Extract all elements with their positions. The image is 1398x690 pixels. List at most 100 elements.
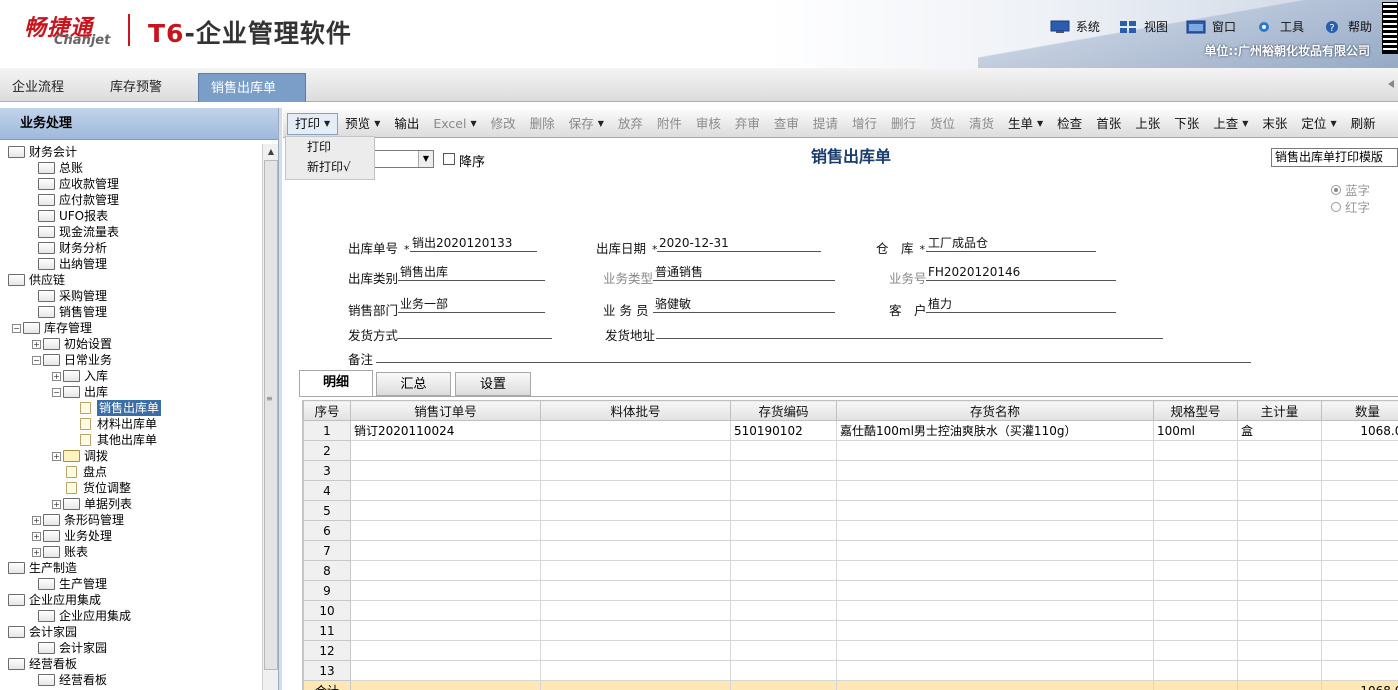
toolbar-button[interactable]: 删除 — [523, 113, 562, 135]
toolbar-button[interactable]: 预览 ▼ — [338, 113, 387, 135]
grid-cell[interactable] — [540, 640, 731, 661]
grid-cell[interactable] — [1321, 620, 1398, 641]
nav-item[interactable]: 销售管理 — [26, 304, 107, 320]
table-row[interactable]: 13 — [303, 660, 1398, 681]
grid-cell[interactable] — [730, 540, 837, 561]
toolbar-button[interactable]: 上张 — [1128, 113, 1167, 135]
field-remark[interactable] — [376, 347, 1251, 363]
nav-item[interactable]: 总账 — [26, 160, 83, 176]
dropdown-arrow-icon[interactable]: ▼ — [374, 113, 380, 135]
nav-item[interactable]: UFO报表 — [26, 208, 108, 224]
grid-cell[interactable] — [836, 620, 1154, 641]
expand-icon[interactable]: + — [52, 499, 61, 509]
grid-cell[interactable] — [1237, 480, 1322, 501]
nav-item[interactable]: 企业应用集成 — [26, 608, 131, 624]
nav-item[interactable]: + 入库 — [52, 368, 108, 384]
expand-icon[interactable]: + — [32, 531, 41, 541]
tab-enterprise-flow[interactable]: 企业流程 — [0, 73, 76, 102]
nav-item[interactable]: 生产管理 — [26, 576, 107, 592]
nav-item[interactable]: + 初始设置 — [32, 336, 112, 352]
grid-cell[interactable] — [730, 620, 837, 641]
collapse-icon[interactable]: − — [52, 387, 61, 397]
grid-cell[interactable] — [1237, 500, 1322, 521]
nav-item[interactable]: − 日常业务 — [32, 352, 112, 368]
grid-cell[interactable] — [350, 460, 541, 481]
column-header[interactable]: 主计量 — [1237, 400, 1322, 421]
expand-icon[interactable]: + — [32, 547, 41, 557]
grid-cell[interactable] — [1237, 600, 1322, 621]
grid-cell[interactable] — [730, 520, 837, 541]
tab-sales-outbound[interactable]: 销售出库单✕ — [198, 73, 306, 125]
grid-cell[interactable] — [350, 660, 541, 681]
table-row[interactable]: 12 — [303, 640, 1398, 661]
toolbar-button[interactable]: 附件 — [650, 113, 689, 135]
nav-item[interactable]: 会计家园 — [8, 624, 77, 640]
grid-cell[interactable] — [1237, 560, 1322, 581]
nav-item[interactable]: 盘点 — [52, 464, 107, 480]
grid-cell[interactable] — [350, 480, 541, 501]
menu-view[interactable]: 视图 — [1118, 18, 1168, 35]
grid-cell[interactable] — [540, 560, 731, 581]
grid-cell[interactable] — [1321, 500, 1398, 521]
table-row[interactable]: 11 — [303, 620, 1398, 641]
table-row[interactable]: 4 — [303, 480, 1398, 501]
nav-item[interactable]: 货位调整 — [52, 480, 131, 496]
grid-cell[interactable] — [540, 440, 731, 461]
expand-icon[interactable]: + — [52, 371, 61, 381]
grid-cell[interactable]: 100ml — [1153, 420, 1238, 441]
dropdown-arrow-icon[interactable]: ▼ — [1037, 113, 1043, 135]
grid-cell[interactable] — [1153, 520, 1238, 541]
grid-cell[interactable] — [350, 640, 541, 661]
grid-cell[interactable] — [730, 660, 837, 681]
grid-cell[interactable] — [836, 640, 1154, 661]
toolbar-button[interactable]: 增行 — [845, 113, 884, 135]
grid-cell[interactable] — [1153, 500, 1238, 521]
toolbar-button[interactable]: 货位 — [923, 113, 962, 135]
grid-cell[interactable] — [1237, 640, 1322, 661]
grid-cell[interactable] — [540, 620, 731, 641]
toolbar-button[interactable]: 刷新 — [1344, 113, 1383, 135]
field-out-date[interactable]: 2020-12-31 — [657, 236, 821, 252]
print-template-select[interactable]: 销售出库单打印模版 — [1271, 148, 1398, 167]
dropdown-arrow-icon[interactable]: ▼ — [598, 113, 604, 135]
subtab-detail[interactable]: 明细 — [299, 370, 373, 397]
subtab-summary[interactable]: 汇总 — [376, 372, 451, 396]
menu-help[interactable]: ? 帮助 — [1322, 18, 1372, 35]
toolbar-button[interactable]: 保存 ▼ — [562, 113, 611, 135]
grid-cell[interactable] — [1237, 580, 1322, 601]
grid-cell[interactable] — [1153, 460, 1238, 481]
collapse-icon[interactable]: − — [12, 323, 21, 333]
grid-cell[interactable] — [1321, 540, 1398, 561]
grid-cell[interactable] — [1237, 620, 1322, 641]
expand-icon[interactable]: + — [52, 451, 61, 461]
nav-item[interactable]: 财务分析 — [26, 240, 107, 256]
grid-cell[interactable] — [540, 540, 731, 561]
toolbar-button[interactable]: 首张 — [1089, 113, 1128, 135]
expand-icon[interactable]: + — [32, 515, 41, 525]
grid-cell[interactable]: 1068.00 — [1321, 420, 1398, 441]
nav-item[interactable]: 材料出库单 — [78, 416, 157, 432]
grid-cell[interactable] — [730, 480, 837, 501]
field-ship-addr[interactable] — [656, 323, 1163, 339]
grid-cell[interactable] — [836, 440, 1154, 461]
grid-cell[interactable] — [540, 480, 731, 501]
panel-splitter[interactable] — [279, 108, 282, 690]
toolbar-button[interactable]: Excel ▼ — [426, 113, 483, 135]
grid-cell[interactable] — [730, 640, 837, 661]
tab-stock-warning[interactable]: 库存预警 — [98, 73, 174, 102]
field-biz-type[interactable]: 普通销售 — [653, 265, 835, 281]
table-row[interactable]: 3 — [303, 460, 1398, 481]
dropdown-arrow-icon[interactable]: ▼ — [1330, 113, 1336, 135]
nav-item[interactable]: 会计家园 — [26, 640, 107, 656]
column-header[interactable]: 规格型号 — [1153, 400, 1238, 421]
nav-item[interactable]: 应收款管理 — [26, 176, 119, 192]
field-clerk[interactable]: 骆健敏 — [653, 297, 835, 313]
grid-cell[interactable] — [1321, 580, 1398, 601]
toolbar-button[interactable]: 打印 ▼ — [287, 112, 339, 135]
table-row[interactable]: 2 — [303, 440, 1398, 461]
toolbar-button[interactable]: 生单 ▼ — [1001, 113, 1050, 135]
field-warehouse[interactable]: 工厂成品仓 — [926, 236, 1096, 252]
toolbar-button[interactable]: 末张 — [1255, 113, 1294, 135]
column-header[interactable]: 存货编码 — [730, 400, 837, 421]
scroll-up-icon[interactable]: ▲ — [263, 144, 279, 160]
